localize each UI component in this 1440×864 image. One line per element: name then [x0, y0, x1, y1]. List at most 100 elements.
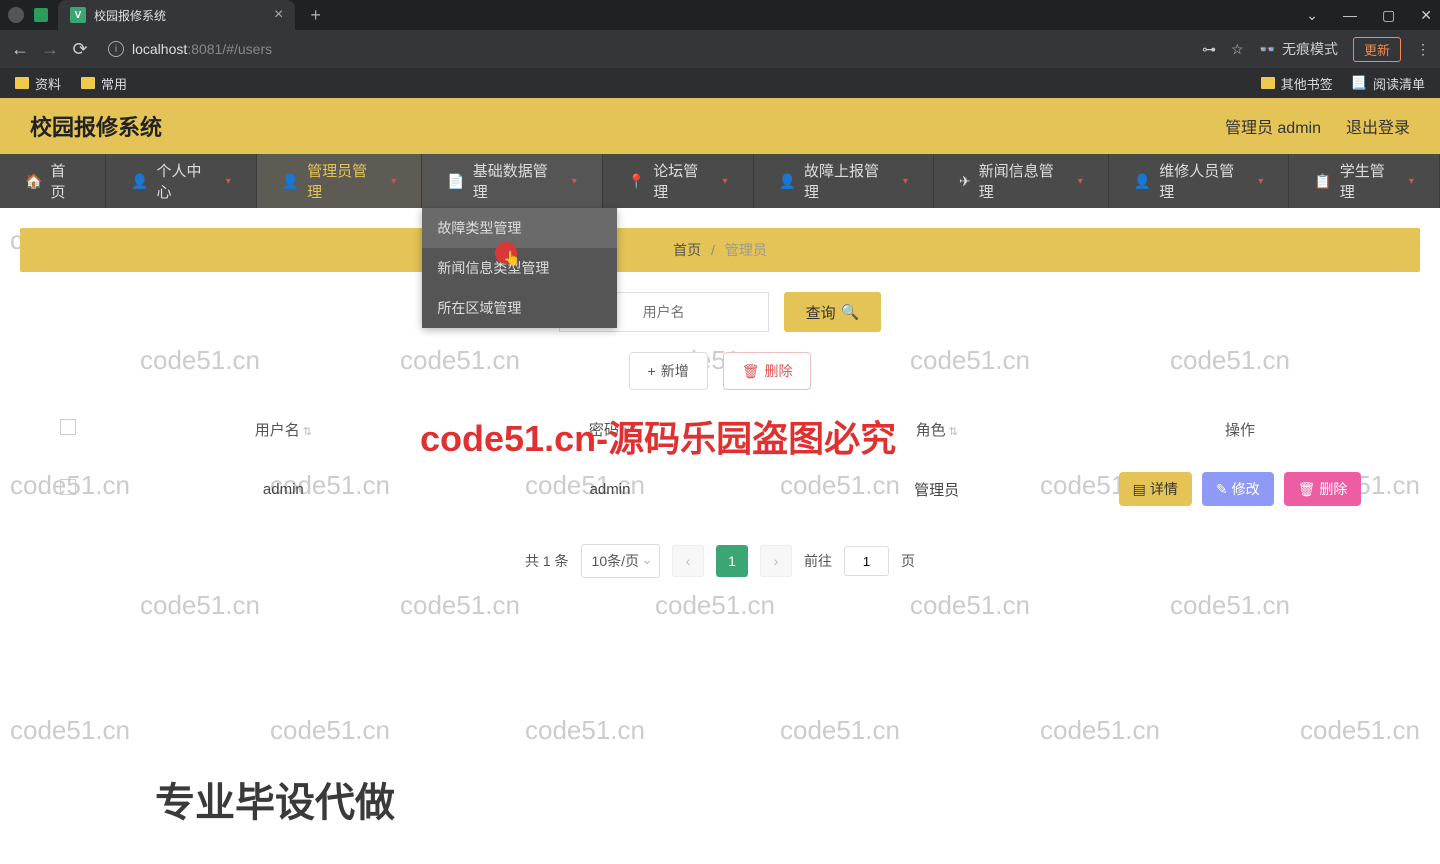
watermark-text: code51.cn: [140, 590, 260, 621]
breadcrumb-current: 管理员: [725, 242, 767, 258]
incognito-badge: 👓 无痕模式: [1259, 39, 1338, 59]
sort-icon: ⇅: [622, 426, 631, 438]
key-icon[interactable]: ⊶: [1202, 41, 1216, 58]
watermark-text: code51.cn: [400, 590, 520, 621]
other-bookmarks[interactable]: 其他书签: [1261, 74, 1333, 93]
goto-input[interactable]: [844, 546, 889, 576]
menu-icon[interactable]: ⋮: [1416, 41, 1430, 58]
goto-label: 前往: [804, 551, 832, 571]
nav-admin-mgmt[interactable]: 👤管理员管理▾: [257, 154, 423, 208]
plus-icon: +: [648, 363, 656, 379]
dropdown-icon[interactable]: ⌄: [1306, 7, 1318, 24]
nav-profile[interactable]: 👤个人中心▾: [106, 154, 257, 208]
list-icon: 📃: [1351, 75, 1367, 91]
detail-button[interactable]: ▤详情: [1119, 472, 1192, 506]
address-bar: ← → ⟳ i localhost:8081/#/users ⊶ ☆ 👓 无痕模…: [0, 30, 1440, 68]
search-icon: 🔍: [841, 303, 860, 321]
cursor-hand-icon: 👆: [503, 250, 520, 267]
table-header: 用户名⇅ 密码⇅ 角色⇅ 操作: [40, 405, 1400, 454]
cell-role: 管理员: [773, 479, 1100, 500]
breadcrumb-home[interactable]: 首页: [673, 242, 701, 258]
active-tab[interactable]: V 校园报修系统 ×: [58, 0, 295, 30]
site-info-icon[interactable]: i: [108, 41, 124, 57]
row-delete-button[interactable]: 🗑删除: [1284, 472, 1362, 506]
folder-icon: [1261, 77, 1275, 89]
reading-list[interactable]: 📃阅读清单: [1351, 74, 1425, 93]
caret-icon: ▾: [226, 176, 231, 187]
nav-repair-staff[interactable]: 👤维修人员管理▾: [1109, 154, 1289, 208]
pagination: 共 1 条 10条/页 ⌄ ‹ 1 › 前往 页: [20, 544, 1420, 578]
nav-fault-report[interactable]: 👤故障上报管理▾: [754, 154, 934, 208]
search-button[interactable]: 查询🔍: [784, 292, 882, 332]
edit-button[interactable]: ✎修改: [1202, 472, 1274, 506]
app-header: 校园报修系统 管理员 admin 退出登录: [0, 98, 1440, 154]
watermark-text: code51.cn: [270, 715, 390, 746]
col-role[interactable]: 角色⇅: [773, 419, 1100, 440]
bookmark-bar: 资料 常用 其他书签 📃阅读清单: [0, 68, 1440, 98]
delete-button[interactable]: 🗑删除: [723, 352, 812, 390]
new-tab-icon[interactable]: +: [310, 5, 321, 26]
action-row: +新增 🗑删除: [15, 352, 1425, 390]
tab-icon-1[interactable]: [8, 7, 24, 23]
page-suffix: 页: [901, 551, 915, 571]
nav-home[interactable]: 🏠首页: [0, 154, 106, 208]
update-button[interactable]: 更新: [1353, 37, 1401, 62]
user-label: 管理员 admin: [1225, 114, 1321, 138]
select-all-checkbox[interactable]: [60, 419, 76, 435]
watermark-text: code51.cn: [910, 590, 1030, 621]
page-size-select[interactable]: 10条/页 ⌄: [581, 544, 660, 578]
caret-icon: ▾: [1409, 176, 1414, 187]
minimize-icon[interactable]: —: [1343, 7, 1357, 24]
logout-link[interactable]: 退出登录: [1346, 114, 1410, 138]
url-field[interactable]: i localhost:8081/#/users: [100, 41, 1192, 57]
nav-base-data[interactable]: 📄基础数据管理▾ 故障类型管理 新闻信息类型管理 所在区域管理: [422, 154, 602, 208]
reload-icon[interactable]: ⟳: [70, 39, 90, 60]
close-window-icon[interactable]: ✕: [1420, 7, 1432, 24]
trash-icon: 🗑: [1298, 481, 1316, 498]
watermark-text: code51.cn: [1040, 715, 1160, 746]
caret-icon: ▾: [1078, 176, 1083, 187]
user-icon: 👤: [282, 173, 299, 190]
tab-icon-2[interactable]: [34, 8, 48, 22]
user-icon: 👤: [131, 173, 148, 190]
bottom-promo-text: 专业毕设代做: [155, 770, 395, 828]
nav-student[interactable]: 📋学生管理▾: [1289, 154, 1440, 208]
edit-icon: ✎: [1216, 481, 1228, 498]
detail-icon: ▤: [1133, 481, 1146, 498]
trash-icon: 🗑: [742, 363, 760, 380]
user-icon: 👤: [779, 173, 796, 190]
watermark-text: code51.cn: [655, 590, 775, 621]
browser-tab-bar: V 校园报修系统 × + ⌄ — ▢ ✕: [0, 0, 1440, 30]
dropdown-fault-type[interactable]: 故障类型管理: [422, 208, 617, 248]
data-table: 用户名⇅ 密码⇅ 角色⇅ 操作 admin admin 管理员 ▤详情 ✎修改 …: [40, 405, 1400, 524]
caret-icon: ▾: [572, 176, 577, 187]
watermark-text: code51.cn: [10, 715, 130, 746]
chevron-down-icon: ⌄: [641, 551, 653, 568]
row-checkbox[interactable]: [60, 479, 76, 495]
page-number[interactable]: 1: [716, 545, 748, 577]
bookmark-folder[interactable]: 资料: [15, 74, 61, 93]
caret-icon: ▾: [391, 176, 396, 187]
tab-close-icon[interactable]: ×: [274, 6, 283, 24]
maximize-icon[interactable]: ▢: [1382, 7, 1395, 24]
nav-news[interactable]: ✈新闻信息管理▾: [934, 154, 1109, 208]
dropdown-area[interactable]: 所在区域管理: [422, 288, 617, 328]
send-icon: ✈: [959, 173, 971, 190]
next-page-button[interactable]: ›: [760, 545, 792, 577]
forward-icon[interactable]: →: [40, 39, 60, 60]
user-icon: 👤: [1134, 173, 1151, 190]
nav-forum[interactable]: 📍论坛管理▾: [603, 154, 754, 208]
caret-icon: ▾: [1258, 176, 1263, 187]
dropdown-menu: 故障类型管理 新闻信息类型管理 所在区域管理: [422, 208, 617, 328]
breadcrumb: 首页 / 管理员: [20, 228, 1420, 272]
incognito-icon: 👓: [1259, 41, 1276, 58]
star-icon[interactable]: ☆: [1231, 41, 1244, 58]
cell-password: admin: [447, 481, 774, 498]
add-button[interactable]: +新增: [629, 352, 708, 390]
back-icon[interactable]: ←: [10, 39, 30, 60]
col-password[interactable]: 密码⇅: [447, 419, 774, 440]
watermark-text: code51.cn: [780, 715, 900, 746]
bookmark-folder[interactable]: 常用: [81, 74, 127, 93]
prev-page-button[interactable]: ‹: [672, 545, 704, 577]
col-username[interactable]: 用户名⇅: [120, 419, 447, 440]
